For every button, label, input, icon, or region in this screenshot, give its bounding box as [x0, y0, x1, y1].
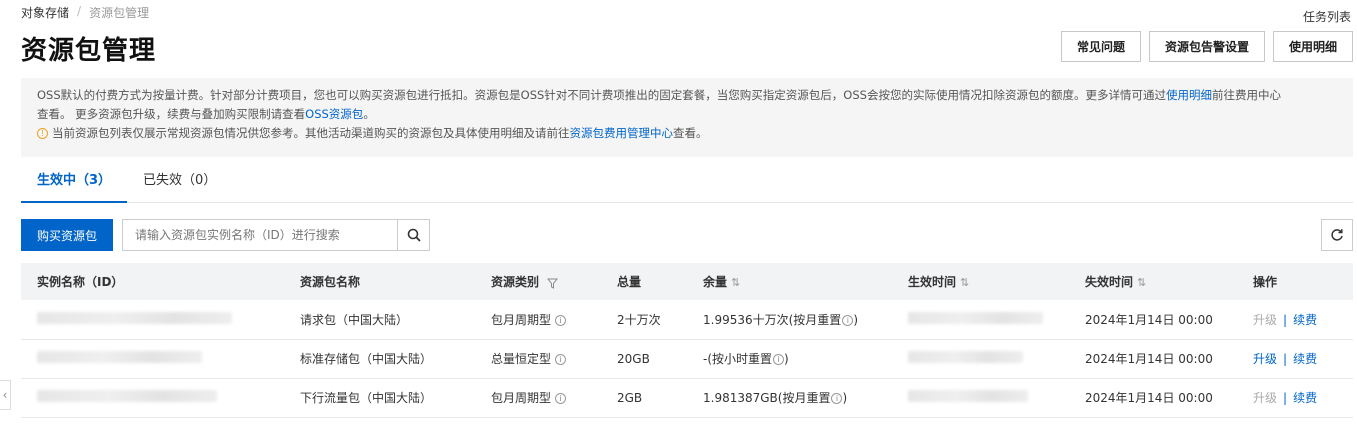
refresh-icon	[1331, 229, 1343, 241]
search-input[interactable]	[123, 220, 398, 250]
table-row: 标准存储包（中国大陆） 总量恒定型 i 20GB -(按小时重置 i) 2024年1…	[21, 339, 1353, 378]
total: 20GB	[617, 351, 650, 366]
table-header-row: 实例名称（ID） 资源包名称 资源类别 总量 余量 ⇅ 生效时间 ⇅ 失效时间 ⇅ 操…	[21, 263, 1353, 300]
total: 2十万次	[617, 312, 661, 327]
col-actions: 操作	[1253, 275, 1278, 289]
notice-line1: OSS默认的付费方式为按量计费。针对部分计费项目，您也可以购买资源包进行抵扣。资…	[37, 88, 1166, 102]
package-type: 总量恒定型 i	[475, 339, 601, 378]
package-table: 实例名称（ID） 资源包名称 资源类别 总量 余量 ⇅ 生效时间 ⇅ 失效时间 ⇅ 操…	[21, 263, 1353, 418]
package-name: 标准存储包（中国大陆）	[300, 352, 433, 366]
info-icon[interactable]: i	[555, 354, 567, 365]
breadcrumb: 对象存储 / 资源包管理	[21, 4, 149, 21]
warning-icon: !	[37, 128, 48, 139]
info-icon[interactable]: i	[555, 314, 567, 326]
status-tabs: 生效中（3） 已失效（0）	[21, 163, 1353, 203]
search-box	[122, 219, 431, 251]
collapse-sidebar-button[interactable]: ‹	[0, 380, 11, 410]
upgrade-button[interactable]: 升级	[1253, 313, 1277, 327]
breadcrumb-current: 资源包管理	[89, 6, 150, 20]
info-icon[interactable]: i	[831, 393, 843, 404]
sort-icon[interactable]: ⇅	[960, 276, 969, 289]
search-icon	[407, 228, 421, 242]
toolbar: 购买资源包	[21, 219, 431, 251]
header-buttons: 常见问题 资源包告警设置 使用明细	[1060, 31, 1353, 62]
col-effective-time: 生效时间 ⇅	[908, 275, 970, 289]
info-icon[interactable]: i	[842, 314, 854, 326]
notice-line2: 查看。 更多资源包升级，续费与叠加购买限制请查看	[37, 107, 306, 121]
chevron-left-icon: ‹	[2, 388, 8, 402]
info-icon[interactable]: i	[773, 354, 785, 365]
info-icon[interactable]: i	[555, 393, 567, 404]
upgrade-button[interactable]: 升级	[1253, 391, 1277, 405]
table-row: 请求包（中国大陆） 包月周期型 i 2十万次 1.99536十万次(按月重置 i) …	[21, 300, 1353, 339]
remaining: 1.99536十万次(按月重置 i)	[703, 312, 858, 327]
instance-id-blurred	[37, 351, 202, 363]
tip-text-end: 查看。	[673, 126, 708, 140]
task-list-link[interactable]: 任务列表	[1303, 8, 1351, 25]
package-type: 包月周期型 i	[475, 378, 601, 417]
oss-package-link[interactable]: OSS资源包	[305, 107, 363, 121]
expire-time: 2024年1月14日 00:00	[1085, 352, 1213, 366]
col-remaining: 余量 ⇅	[703, 275, 741, 289]
renew-button[interactable]: 续费	[1293, 391, 1317, 405]
actions: 升级 | 续费	[1253, 352, 1318, 366]
expire-time: 2024年1月14日 00:00	[1085, 391, 1213, 405]
renew-button[interactable]: 续费	[1293, 313, 1317, 327]
instance-id-blurred	[37, 390, 217, 402]
col-expire-time: 失效时间 ⇅	[1085, 275, 1147, 289]
package-cost-center-link[interactable]: 资源包费用管理中心	[570, 126, 674, 140]
remaining: -(按小时重置 i)	[703, 352, 789, 366]
notice-tip: ! 当前资源包列表仅展示常规资源包情况供您参考。其他活动渠道购买的资源包及具体使…	[37, 124, 1337, 143]
effective-time-blurred	[908, 351, 1023, 363]
buy-package-button[interactable]: 购买资源包	[21, 219, 114, 251]
actions: 升级 | 续费	[1253, 312, 1318, 327]
notice-line2-end: 。	[363, 107, 375, 121]
refresh-button[interactable]	[1321, 219, 1353, 251]
package-name: 下行流量包（中国大陆）	[300, 391, 433, 405]
breadcrumb-root[interactable]: 对象存储	[21, 4, 69, 21]
notice-line1-end: 前往费用中心	[1211, 88, 1281, 102]
col-total: 总量	[617, 275, 642, 289]
tab-expired[interactable]: 已失效（0）	[127, 163, 232, 203]
usage-detail-button[interactable]: 使用明细	[1272, 31, 1353, 62]
faq-button[interactable]: 常见问题	[1060, 31, 1141, 62]
tip-text: 当前资源包列表仅展示常规资源包情况供您参考。其他活动渠道购买的资源包及具体使用明…	[52, 126, 570, 140]
total: 2GB	[617, 390, 643, 405]
package-name: 请求包（中国大陆）	[300, 312, 409, 327]
page-title: 资源包管理	[21, 36, 157, 66]
notice-text: OSS默认的付费方式为按量计费。针对部分计费项目，您也可以购买资源包进行抵扣。资…	[37, 86, 1337, 124]
tab-active[interactable]: 生效中（3）	[21, 163, 128, 203]
filter-icon[interactable]	[543, 276, 558, 289]
renew-button[interactable]: 续费	[1293, 352, 1317, 366]
remaining: 1.981387GB(按月重置 i)	[703, 391, 848, 405]
col-instance: 实例名称（ID）	[37, 275, 124, 289]
breadcrumb-separator: /	[77, 4, 82, 18]
search-button[interactable]	[397, 220, 429, 250]
col-package-name: 资源包名称	[300, 275, 361, 289]
usage-detail-link[interactable]: 使用明细	[1166, 88, 1212, 102]
actions: 升级 | 续费	[1253, 391, 1318, 405]
table-row: 下行流量包（中国大陆） 包月周期型 i 2GB 1.981387GB(按月重置 i)…	[21, 378, 1353, 417]
effective-time-blurred	[908, 390, 1028, 402]
notice-panel: OSS默认的付费方式为按量计费。针对部分计费项目，您也可以购买资源包进行抵扣。资…	[21, 78, 1353, 157]
col-package-type: 资源类别	[475, 263, 601, 300]
sort-icon[interactable]: ⇅	[1137, 276, 1146, 289]
expire-time: 2024年1月14日 00:00	[1085, 312, 1213, 327]
instance-id-blurred	[37, 311, 232, 324]
effective-time-blurred	[908, 311, 1043, 324]
package-type: 包月周期型 i	[475, 300, 601, 339]
alert-settings-button[interactable]: 资源包告警设置	[1148, 31, 1265, 62]
sort-icon[interactable]: ⇅	[731, 276, 740, 289]
upgrade-button[interactable]: 升级	[1253, 352, 1277, 366]
